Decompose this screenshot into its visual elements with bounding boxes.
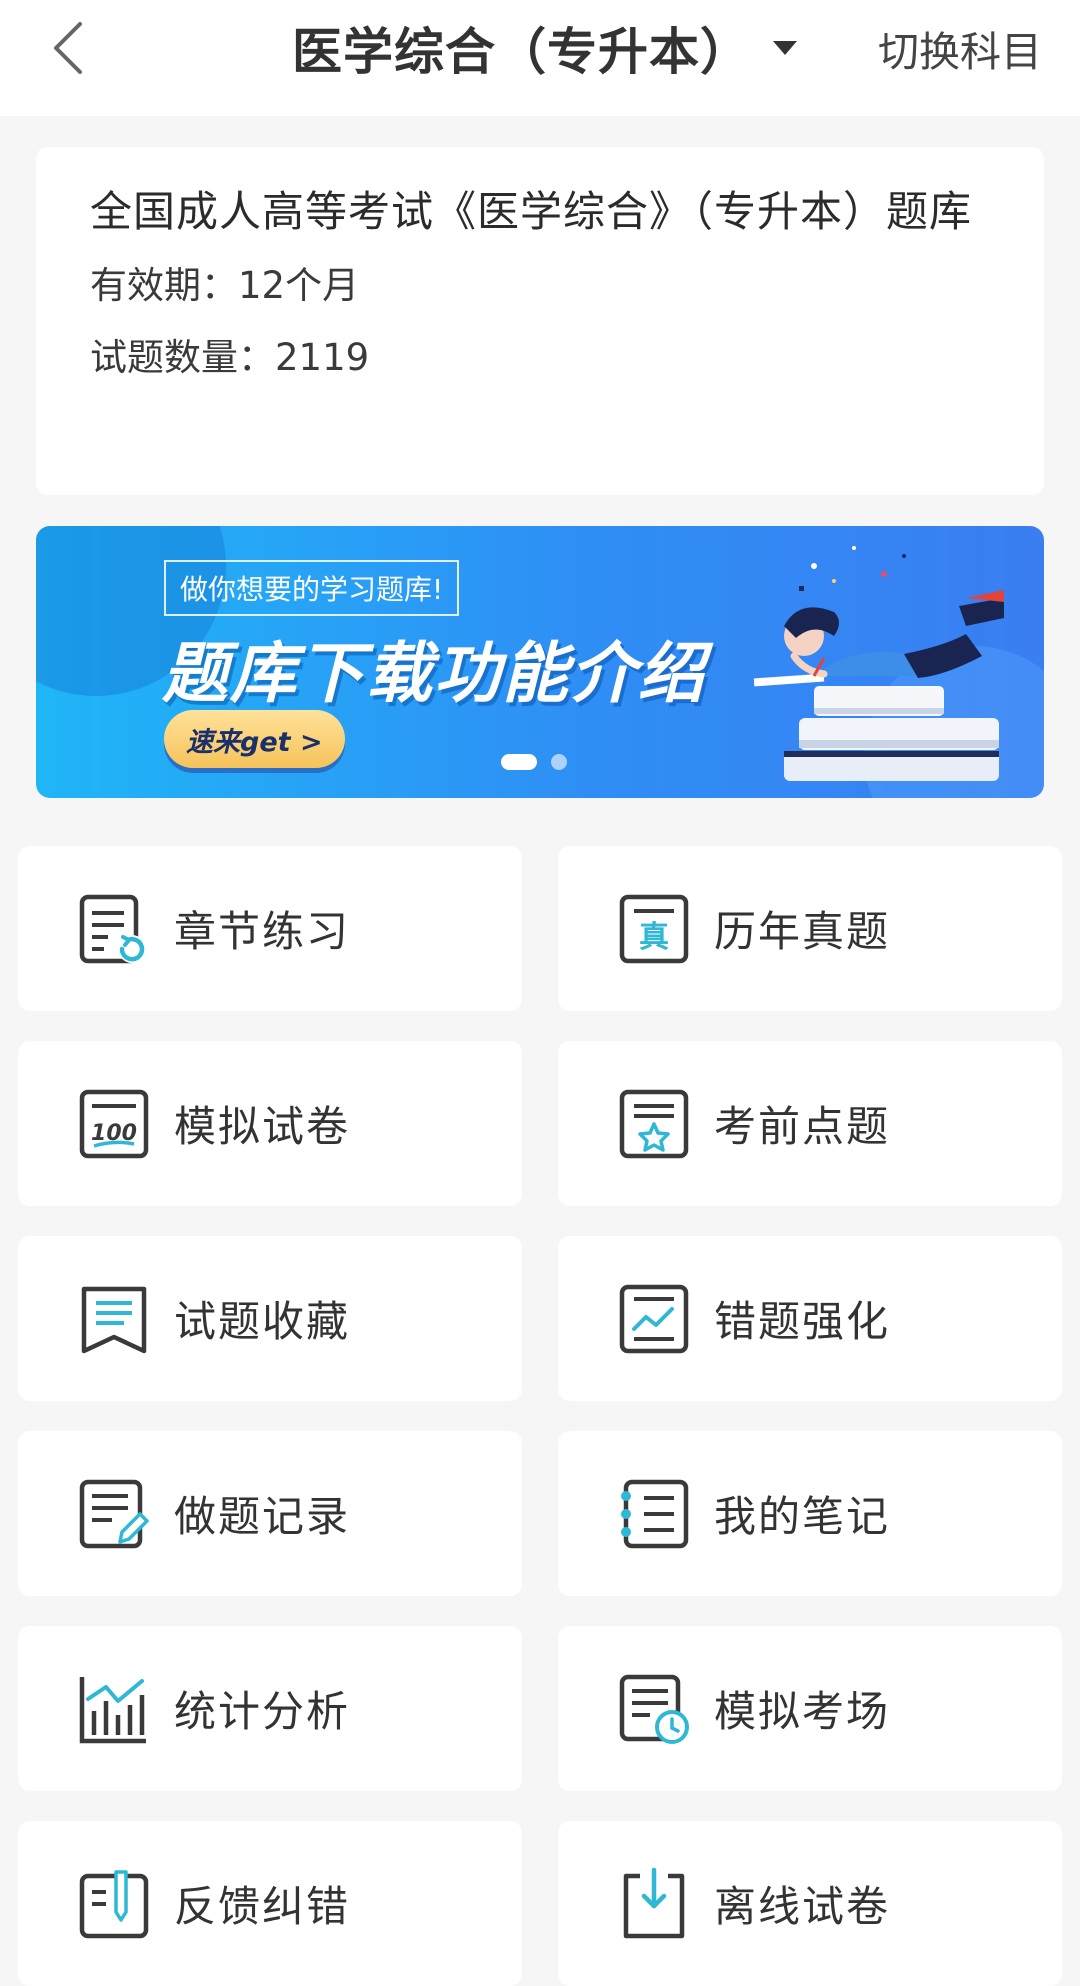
mock-paper-label: 模拟试卷 xyxy=(174,1102,351,1151)
question-count-text: 试题数量：2119 xyxy=(90,336,370,379)
practice-record-label: 做题记录 xyxy=(174,1492,351,1541)
chapter-practice-button[interactable]: 章节练习 xyxy=(18,846,522,1011)
page-title: 医学综合（专升本） xyxy=(292,23,751,81)
banner-headline: 题库下载功能介绍 xyxy=(162,635,706,712)
carousel-indicator xyxy=(501,754,581,770)
top-bar: 医学综合（专升本） 切换科目 xyxy=(0,0,1080,116)
pre-exam-tips-button[interactable]: 考前点题 xyxy=(558,1041,1062,1206)
carousel-dot[interactable] xyxy=(551,754,567,770)
banner-tagline: 做你想要的学习题库! xyxy=(164,560,460,616)
chapter-practice-label: 章节练习 xyxy=(174,907,351,956)
back-button[interactable] xyxy=(40,10,96,86)
caret-down-icon xyxy=(773,41,797,55)
favorites-icon xyxy=(81,1286,147,1353)
statistics-label: 统计分析 xyxy=(174,1687,351,1736)
offline-paper-icon xyxy=(623,1867,685,1938)
question-bank-info-card: 全国成人高等考试《医学综合》（专升本）题库 有效期：12个月 试题数量：2119 xyxy=(36,147,1044,495)
question-bank-title: 全国成人高等考试《医学综合》（专升本）题库 xyxy=(90,187,973,236)
mistakes-icon xyxy=(619,1284,689,1353)
chapter-practice-icon xyxy=(79,894,146,963)
pre-exam-tips-label: 考前点题 xyxy=(714,1102,891,1151)
past-exams-label: 历年真题 xyxy=(714,907,891,956)
favorites-label: 试题收藏 xyxy=(174,1297,351,1346)
favorites-button[interactable]: 试题收藏 xyxy=(18,1236,522,1401)
promo-banner[interactable]: 做你想要的学习题库! 题库下载功能介绍 速来get > xyxy=(36,526,1044,798)
practice-record-button[interactable]: 做题记录 xyxy=(18,1431,522,1596)
mock-exam-room-icon xyxy=(619,1674,689,1744)
mock-paper-icon: 100 xyxy=(79,1089,149,1158)
feedback-button[interactable]: 反馈纠错 xyxy=(18,1821,522,1986)
validity-text: 有效期：12个月 xyxy=(90,264,360,307)
function-grid: 章节练习 真 历年真题 100 模拟试卷 考前点题 试题收藏 错题强化 做题记录… xyxy=(18,846,1062,1986)
statistics-button[interactable]: 统计分析 xyxy=(18,1626,522,1791)
switch-subject-button[interactable]: 切换科目 xyxy=(878,14,1042,82)
mock-paper-button[interactable]: 100 模拟试卷 xyxy=(18,1041,522,1206)
back-arrow-icon xyxy=(54,22,82,74)
feedback-icon xyxy=(79,1869,149,1938)
offline-paper-label: 离线试卷 xyxy=(714,1882,891,1931)
pre-exam-tips-icon xyxy=(619,1089,689,1158)
statistics-icon xyxy=(79,1676,146,1743)
offline-paper-button[interactable]: 离线试卷 xyxy=(558,1821,1062,1986)
past-exams-button[interactable]: 真 历年真题 xyxy=(558,846,1062,1011)
past-exams-icon: 真 xyxy=(619,894,689,963)
mistakes-button[interactable]: 错题强化 xyxy=(558,1236,1062,1401)
carousel-dot-active[interactable] xyxy=(501,754,537,770)
notes-button[interactable]: 我的笔记 xyxy=(558,1431,1062,1596)
mistakes-label: 错题强化 xyxy=(714,1297,891,1346)
subject-dropdown[interactable]: 医学综合（专升本） xyxy=(292,12,797,84)
studying-girl-illustration xyxy=(753,546,1004,781)
practice-record-icon xyxy=(79,1479,149,1548)
banner-cta-button[interactable]: 速来get > xyxy=(164,710,345,768)
feedback-label: 反馈纠错 xyxy=(174,1882,351,1931)
mock-exam-room-button[interactable]: 模拟考场 xyxy=(558,1626,1062,1791)
svg-text:真: 真 xyxy=(639,920,669,955)
notes-icon xyxy=(621,1479,689,1548)
notes-label: 我的笔记 xyxy=(714,1492,891,1541)
mock-exam-room-label: 模拟考场 xyxy=(714,1687,891,1736)
